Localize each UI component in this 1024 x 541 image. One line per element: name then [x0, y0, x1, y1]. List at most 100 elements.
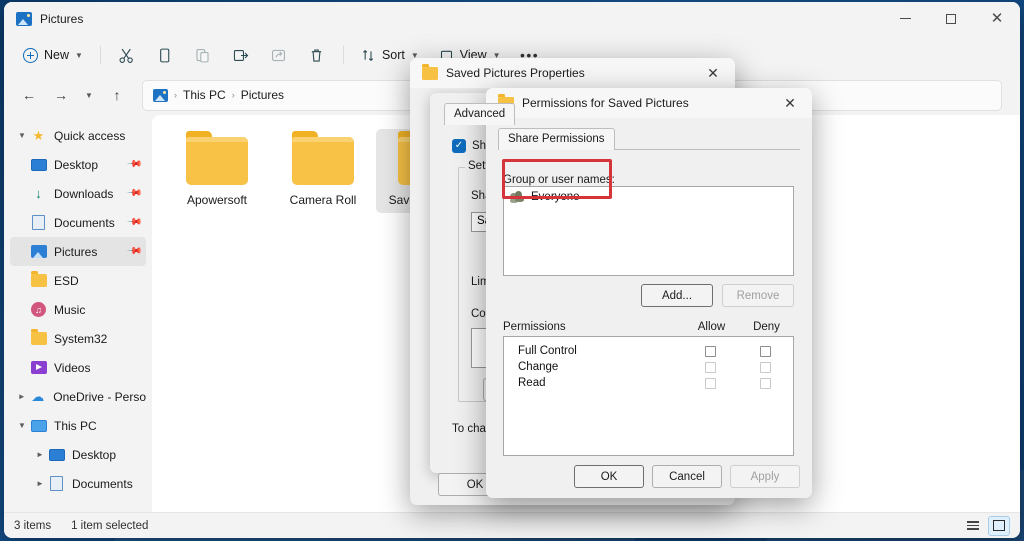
sidebar-item-pc-documents[interactable]: ► Documents	[10, 469, 146, 498]
sidebar-item-quick-access[interactable]: ▼ ★ Quick access	[10, 121, 146, 150]
scissors-icon	[119, 48, 134, 63]
cloud-icon: ☁	[31, 388, 45, 404]
user-list-item-label: Everyone	[531, 190, 580, 203]
close-button[interactable]: ✕	[974, 2, 1020, 35]
sidebar-item-pictures[interactable]: Pictures 📌	[10, 237, 146, 266]
sidebar-item-music[interactable]: ♫ Music	[10, 295, 146, 324]
folder-item[interactable]: Camera Roll	[270, 129, 376, 213]
navigation-pane[interactable]: ▼ ★ Quick access Desktop 📌 ↓ Downloads 📌…	[4, 115, 152, 512]
remove-user-label: Remove	[736, 289, 780, 302]
chevron-down-icon[interactable]: ▼	[14, 131, 30, 140]
large-icons-view-button[interactable]	[988, 515, 1010, 536]
add-user-button[interactable]: Add...	[641, 284, 713, 307]
permissions-ok-button[interactable]: OK	[574, 465, 644, 488]
tab-share-permissions[interactable]: Share Permissions	[498, 128, 615, 150]
videos-icon	[30, 359, 47, 376]
sidebar-item-onedrive[interactable]: ► ☁ OneDrive - Perso	[10, 382, 146, 411]
chevron-right-icon[interactable]: ►	[32, 450, 48, 459]
sidebar-item-downloads[interactable]: ↓ Downloads 📌	[10, 179, 146, 208]
pin-icon[interactable]: 📌	[125, 214, 142, 231]
delete-button[interactable]	[299, 40, 335, 70]
breadcrumb-pictures[interactable]: Pictures	[241, 88, 284, 102]
allow-checkbox[interactable]	[705, 345, 716, 357]
allow-cell[interactable]	[683, 377, 738, 389]
back-button[interactable]: ←	[14, 80, 44, 110]
remove-user-button[interactable]: Remove	[722, 284, 794, 307]
pin-icon[interactable]: 📌	[125, 243, 142, 260]
pin-icon[interactable]: 📌	[125, 156, 142, 173]
sidebar-item-videos[interactable]: Videos	[10, 353, 146, 382]
permissions-cancel-label: Cancel	[669, 470, 705, 483]
forward-icon: →	[54, 87, 68, 103]
deny-checkbox[interactable]	[760, 361, 771, 373]
allow-checkbox[interactable]	[705, 377, 716, 389]
deny-cell[interactable]	[738, 377, 793, 389]
sidebar-item-system32[interactable]: System32	[10, 324, 146, 353]
rename-button[interactable]	[223, 40, 259, 70]
permissions-close-button[interactable]: ✕	[768, 88, 812, 118]
permission-row-change[interactable]: Change	[504, 359, 793, 375]
title-bar-left: Pictures	[4, 11, 83, 26]
deny-cell[interactable]	[738, 345, 793, 357]
share-button[interactable]	[261, 40, 297, 70]
allow-cell[interactable]	[683, 345, 738, 357]
permission-row-full-control[interactable]: Full Control	[504, 343, 793, 359]
desktop-icon	[30, 156, 47, 173]
chevron-right-icon[interactable]: ►	[32, 479, 48, 488]
details-view-button[interactable]	[962, 516, 984, 536]
forward-button[interactable]: →	[46, 80, 76, 110]
sidebar-item-desktop[interactable]: Desktop 📌	[10, 150, 146, 179]
deny-checkbox[interactable]	[760, 345, 771, 357]
recent-locations-button[interactable]: ▼	[78, 80, 100, 110]
pictures-icon	[30, 243, 47, 260]
deny-checkbox[interactable]	[760, 377, 771, 389]
cut-button[interactable]	[109, 40, 145, 70]
pin-icon[interactable]: 📌	[125, 185, 142, 202]
folder-item[interactable]: Apowersoft	[164, 129, 270, 213]
sidebar-item-label: ESD	[54, 273, 79, 288]
breadcrumb-separator: ›	[231, 90, 235, 100]
view-toggles	[962, 515, 1010, 536]
folder-label: Camera Roll	[289, 193, 357, 207]
properties-ok-label: OK	[466, 478, 484, 491]
tab-advanced[interactable]: Advanced	[444, 103, 516, 125]
deny-cell[interactable]	[738, 361, 793, 373]
chevron-down-icon: ▼	[75, 50, 83, 60]
permissions-cancel-button[interactable]: Cancel	[652, 465, 722, 488]
plus-circle-icon	[23, 47, 38, 63]
sidebar-item-label: Quick access	[54, 128, 126, 143]
allow-checkbox[interactable]	[705, 361, 716, 373]
pictures-icon	[16, 11, 32, 26]
paste-button[interactable]	[185, 40, 221, 70]
permissions-apply-label: Apply	[750, 470, 780, 483]
allow-cell[interactable]	[683, 361, 738, 373]
sidebar-item-this-pc[interactable]: ▼ This PC	[10, 411, 146, 440]
up-button[interactable]: ↑	[102, 80, 132, 110]
user-list[interactable]: Everyone	[503, 186, 794, 276]
folder-icon	[186, 131, 248, 185]
chevron-down-icon[interactable]: ▼	[14, 421, 30, 430]
permission-row-read[interactable]: Read	[504, 375, 793, 391]
sidebar-item-pc-desktop[interactable]: ► Desktop	[10, 440, 146, 469]
chevron-right-icon[interactable]: ►	[14, 392, 29, 401]
maximize-button[interactable]	[928, 2, 974, 35]
breadcrumb-this-pc[interactable]: This PC	[183, 88, 226, 102]
minimize-button[interactable]	[882, 2, 928, 35]
permissions-column-header: Permissions	[503, 321, 566, 333]
share-checkbox[interactable]: ✓	[452, 139, 466, 153]
permissions-title-bar: Permissions for Saved Pictures ✕	[486, 88, 812, 118]
permission-label: Read	[518, 377, 546, 389]
title-bar: Pictures ✕	[4, 2, 1020, 35]
sidebar-item-esd[interactable]: ESD	[10, 266, 146, 295]
documents-icon	[30, 214, 47, 231]
copy-icon	[160, 48, 170, 62]
copy-button[interactable]	[147, 40, 183, 70]
new-button[interactable]: New ▼	[14, 40, 92, 70]
folder-label: Apowersoft	[186, 193, 248, 207]
permissions-table[interactable]: Full Control Change Read	[503, 336, 794, 456]
properties-close-button[interactable]: ✕	[691, 58, 735, 88]
sidebar-item-documents[interactable]: Documents 📌	[10, 208, 146, 237]
maximize-icon	[946, 13, 956, 24]
permissions-apply-button[interactable]: Apply	[730, 465, 800, 488]
user-list-item-everyone[interactable]: Everyone	[504, 187, 793, 206]
